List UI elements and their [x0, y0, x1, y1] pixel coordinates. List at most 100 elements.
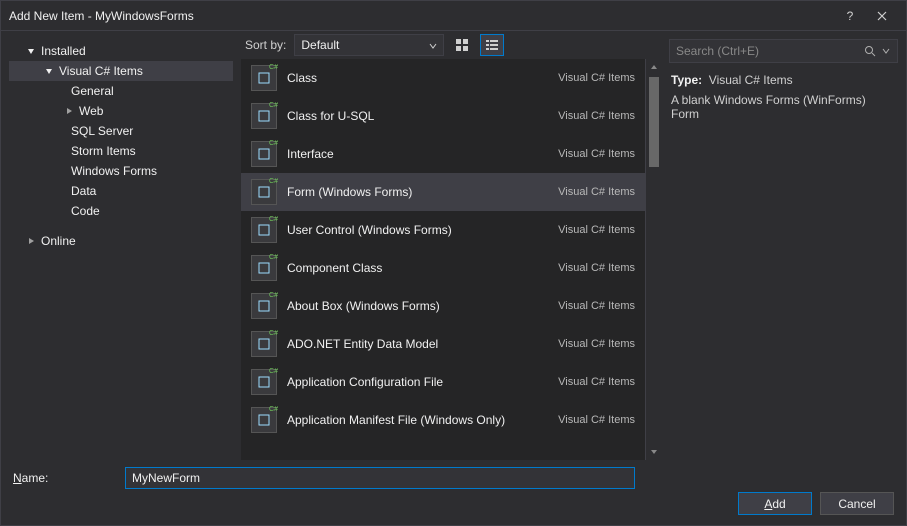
template-item-name: Component Class — [287, 261, 548, 275]
template-item-language: Visual C# Items — [558, 338, 635, 350]
tree-node-installed[interactable]: Installed — [9, 41, 233, 61]
tree-node-general[interactable]: General — [9, 81, 233, 101]
template-item-icon: C# — [251, 65, 277, 91]
template-item-icon: C# — [251, 407, 277, 433]
bottom-panel: Name: Add Cancel — [1, 460, 906, 525]
tree-node-csharp-items[interactable]: Visual C# Items — [9, 61, 233, 81]
template-item-language: Visual C# Items — [558, 300, 635, 312]
sort-value: Default — [301, 38, 339, 52]
template-item[interactable]: C# Component Class Visual C# Items — [241, 249, 645, 287]
template-item-icon: C# — [251, 103, 277, 129]
window-title: Add New Item - MyWindowsForms — [9, 9, 834, 23]
close-icon — [877, 11, 887, 21]
template-item-name: ADO.NET Entity Data Model — [287, 337, 548, 351]
list-scrollbar[interactable] — [645, 59, 661, 460]
search-dropdown-button[interactable] — [879, 48, 893, 54]
template-item[interactable]: C# Application Manifest File (Windows Onl… — [241, 401, 645, 439]
type-label: Type: — [671, 73, 702, 87]
tree-label: Web — [79, 104, 103, 118]
chevron-down-icon — [43, 65, 55, 77]
name-input[interactable] — [125, 467, 635, 489]
scroll-up-button[interactable] — [646, 59, 662, 75]
tree-node-storm-items[interactable]: Storm Items — [9, 141, 233, 161]
tree-label: Windows Forms — [71, 164, 157, 178]
template-item-name: Interface — [287, 147, 548, 161]
tree-node-sql-server[interactable]: SQL Server — [9, 121, 233, 141]
template-item[interactable]: C# Class for U-SQL Visual C# Items — [241, 97, 645, 135]
template-item-language: Visual C# Items — [558, 414, 635, 426]
tree-label: Data — [71, 184, 96, 198]
sort-dropdown[interactable]: Default — [294, 34, 444, 56]
template-list[interactable]: C# Class Visual C# Items C# Class for U-SQL V… — [241, 59, 645, 460]
template-item-icon: C# — [251, 141, 277, 167]
tree-label: Code — [71, 204, 100, 218]
add-button[interactable]: Add — [738, 492, 812, 515]
close-button[interactable] — [866, 2, 898, 30]
tree-node-online[interactable]: Online — [9, 231, 233, 251]
search-input[interactable] — [676, 44, 861, 58]
template-item[interactable]: C# Interface Visual C# Items — [241, 135, 645, 173]
template-item-language: Visual C# Items — [558, 110, 635, 122]
template-item-language: Visual C# Items — [558, 376, 635, 388]
template-item[interactable]: C# Form (Windows Forms) Visual C# Items — [241, 173, 645, 211]
scroll-down-button[interactable] — [646, 444, 662, 460]
template-panel: Sort by: Default — [241, 31, 661, 460]
template-item-name: Class — [287, 71, 548, 85]
sort-toolbar: Sort by: Default — [241, 31, 661, 59]
tree-label: Installed — [41, 44, 86, 58]
template-item-icon: C# — [251, 331, 277, 357]
scroll-thumb[interactable] — [649, 77, 659, 167]
tree-label: Storm Items — [71, 144, 136, 158]
template-item-language: Visual C# Items — [558, 148, 635, 160]
grid-icon — [455, 38, 469, 52]
template-item-name: Form (Windows Forms) — [287, 185, 548, 199]
chevron-down-icon — [25, 45, 37, 57]
template-item-name: Application Manifest File (Windows Only) — [287, 413, 548, 427]
name-row: Name: — [13, 466, 894, 490]
template-item-icon: C# — [251, 217, 277, 243]
template-item-icon: C# — [251, 369, 277, 395]
tree-node-web[interactable]: Web — [9, 101, 233, 121]
details-panel: Type: Visual C# Items A blank Windows Fo… — [661, 31, 906, 460]
template-item[interactable]: C# User Control (Windows Forms) Visual C# … — [241, 211, 645, 249]
template-info: Type: Visual C# Items A blank Windows Fo… — [669, 71, 898, 123]
tree-label: General — [71, 84, 114, 98]
search-box[interactable] — [669, 39, 898, 63]
template-description: A blank Windows Forms (WinForms) Form — [671, 93, 896, 121]
template-item-icon: C# — [251, 179, 277, 205]
sort-label: Sort by: — [245, 38, 286, 52]
tree-node-code[interactable]: Code — [9, 201, 233, 221]
type-value: Visual C# Items — [709, 73, 793, 87]
template-item-language: Visual C# Items — [558, 72, 635, 84]
chevron-right-icon — [25, 235, 37, 247]
template-item-name: About Box (Windows Forms) — [287, 299, 548, 313]
name-label: Name: — [13, 471, 113, 485]
chevron-right-icon — [63, 105, 75, 117]
tree-label: Online — [41, 234, 76, 248]
search-icon[interactable] — [861, 45, 879, 57]
template-item-icon: C# — [251, 255, 277, 281]
template-item[interactable]: C# About Box (Windows Forms) Visual C# Ite… — [241, 287, 645, 325]
template-item-language: Visual C# Items — [558, 186, 635, 198]
tree-node-data[interactable]: Data — [9, 181, 233, 201]
view-medium-icons-button[interactable] — [450, 34, 474, 56]
titlebar: Add New Item - MyWindowsForms ? — [1, 1, 906, 31]
help-button[interactable]: ? — [834, 2, 866, 30]
view-small-icons-button[interactable] — [480, 34, 504, 56]
template-item-icon: C# — [251, 293, 277, 319]
template-item-name: Application Configuration File — [287, 375, 548, 389]
template-item[interactable]: C# ADO.NET Entity Data Model Visual C# Ite… — [241, 325, 645, 363]
template-item-language: Visual C# Items — [558, 262, 635, 274]
cancel-button[interactable]: Cancel — [820, 492, 894, 515]
template-item-name: Class for U-SQL — [287, 109, 548, 123]
tree-label: SQL Server — [71, 124, 133, 138]
tree-label: Visual C# Items — [59, 64, 143, 78]
tree-node-windows-forms[interactable]: Windows Forms — [9, 161, 233, 181]
list-icon — [485, 38, 499, 52]
category-tree: Installed Visual C# Items General Web SQ… — [1, 31, 241, 460]
template-item-language: Visual C# Items — [558, 224, 635, 236]
template-item[interactable]: C# Class Visual C# Items — [241, 59, 645, 97]
template-item[interactable]: C# Application Configuration File Visual C… — [241, 363, 645, 401]
template-item-name: User Control (Windows Forms) — [287, 223, 548, 237]
dialog-buttons: Add Cancel — [13, 492, 894, 515]
